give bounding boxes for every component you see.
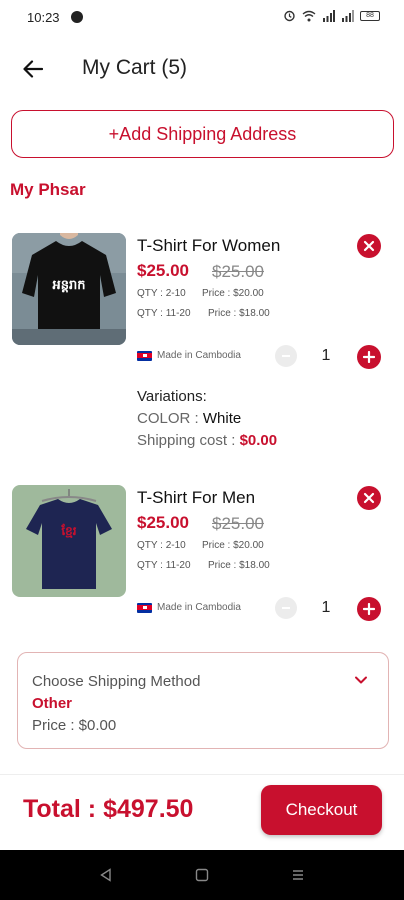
tier-qty: QTY : 11-20: [137, 560, 191, 571]
tier-price: Price : $20.00: [202, 288, 264, 299]
add-shipping-address-button[interactable]: +Add Shipping Address: [11, 110, 394, 158]
status-bar: 10:23 88: [0, 0, 404, 36]
product-old-price: $25.00: [212, 514, 264, 533]
quantity-value: 1: [321, 347, 331, 364]
battery-level: 88: [366, 11, 374, 19]
product-price: $25.00: [137, 261, 189, 280]
cart-total: Total : $497.50: [23, 795, 194, 823]
variation-label: COLOR :: [137, 410, 203, 427]
shipping-method-selector[interactable]: Choose Shipping Method Other Price : $0.…: [17, 652, 389, 749]
product-price: $25.00: [137, 513, 189, 532]
product-image[interactable]: អន្តរាក: [12, 233, 126, 345]
shipping-cost-value: $0.00: [239, 432, 278, 449]
increase-quantity-button[interactable]: [357, 597, 381, 621]
plus-icon: [363, 351, 375, 363]
decrease-quantity-button[interactable]: [275, 597, 297, 619]
svg-text:អន្តរាក: អន្តរាក: [51, 278, 85, 293]
product-name: T-Shirt For Women: [137, 236, 281, 255]
store-name: My Phsar: [10, 180, 86, 199]
tier-qty: QTY : 11-20: [137, 308, 191, 319]
product-image[interactable]: ខ្មែរ: [12, 485, 126, 597]
page-title: My Cart (5): [82, 56, 187, 79]
status-time: 10:23: [27, 10, 60, 25]
increase-quantity-button[interactable]: [357, 345, 381, 369]
shipping-cost: Shipping cost : $0.00: [137, 432, 277, 449]
tier-price: Price : $18.00: [208, 308, 270, 319]
close-icon: [363, 492, 375, 504]
close-icon: [363, 240, 375, 252]
origin-label: Made in Cambodia: [137, 602, 241, 613]
chevron-down-icon[interactable]: [352, 671, 370, 689]
cambodia-flag-icon: [137, 602, 152, 613]
origin-text: Made in Cambodia: [157, 350, 241, 361]
remove-item-button[interactable]: [357, 486, 381, 510]
app-header: My Cart (5): [0, 36, 404, 102]
variation-value: White: [202, 410, 242, 427]
battery-icon: 88: [360, 10, 380, 21]
variations-title: Variations:: [137, 388, 207, 405]
product-old-price: $25.00: [212, 262, 264, 281]
cambodia-flag-icon: [137, 350, 152, 361]
plus-icon: [363, 603, 375, 615]
alarm-icon: [284, 10, 295, 22]
shipping-method-price: Price : $0.00: [32, 717, 117, 734]
quantity-value: 1: [321, 599, 331, 616]
tier-price: Price : $18.00: [208, 560, 270, 571]
back-button[interactable]: [14, 50, 52, 88]
checkout-footer: Total : $497.50 Checkout: [0, 774, 404, 850]
decrease-quantity-button[interactable]: [275, 345, 297, 367]
menu-lines-icon: [293, 870, 303, 880]
shipping-method-value: Other: [32, 695, 73, 712]
remove-item-button[interactable]: [357, 234, 381, 258]
cart-item: ខ្មែរ T-Shirt For Men $25.00 $25.00 QTY …: [0, 484, 404, 624]
wifi-icon: [302, 10, 316, 21]
origin-label: Made in Cambodia: [137, 350, 241, 361]
minus-icon: [282, 607, 290, 609]
home-square-icon: [195, 868, 209, 882]
tier-qty: QTY : 2-10: [137, 540, 186, 551]
nav-home-button[interactable]: [192, 865, 212, 885]
minus-icon: [282, 355, 290, 357]
shipping-cost-label: Shipping cost :: [137, 432, 240, 449]
tier-price: Price : $20.00: [202, 540, 264, 551]
nav-recents-button[interactable]: [288, 865, 308, 885]
status-icons: 88: [283, 9, 380, 22]
cart-item: អន្តរាក T-Shirt For Women $25.00 $25.00 …: [0, 232, 404, 457]
variation-color: COLOR : White: [137, 410, 241, 427]
svg-text:ខ្មែរ: ខ្មែរ: [60, 523, 76, 538]
triangle-back-icon: [100, 868, 111, 882]
tier-qty: QTY : 2-10: [137, 288, 186, 299]
signal-icon-2: [342, 9, 354, 22]
notification-icon: [71, 11, 83, 23]
checkout-button[interactable]: Checkout: [261, 785, 382, 835]
origin-text: Made in Cambodia: [157, 602, 241, 613]
shipping-method-label: Choose Shipping Method: [32, 673, 201, 690]
arrow-left-icon: [23, 60, 43, 78]
signal-icon-1: [323, 9, 335, 22]
system-nav-bar: [0, 850, 404, 900]
nav-back-button[interactable]: [96, 865, 116, 885]
product-name: T-Shirt For Men: [137, 488, 256, 507]
